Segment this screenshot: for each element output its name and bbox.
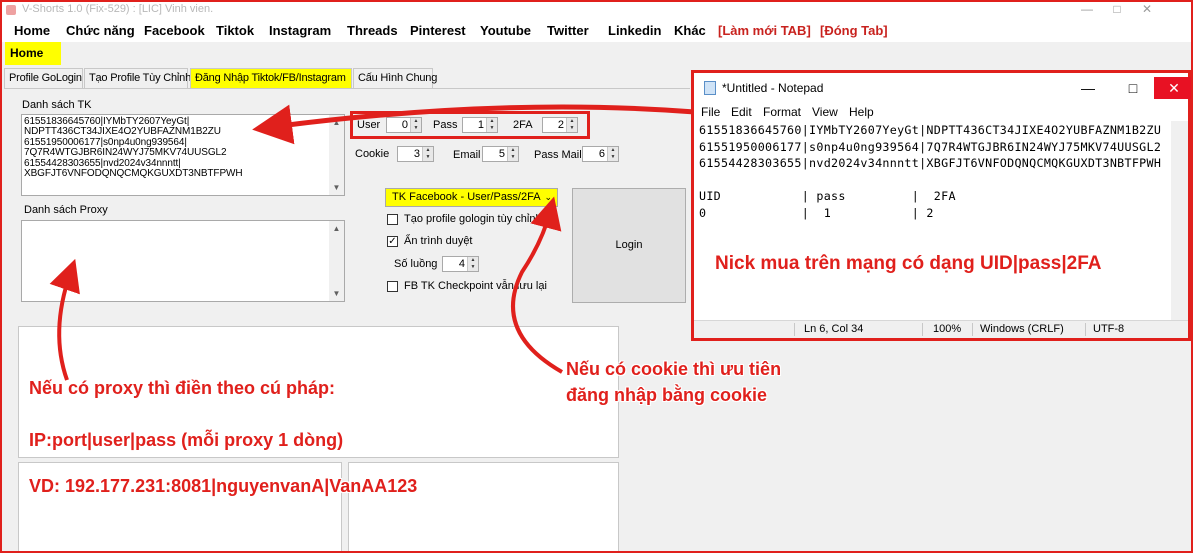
arrow-to-proxy-list <box>49 258 80 381</box>
notepad-menu-help[interactable]: Help <box>849 105 874 119</box>
notepad-menu: File Edit Format View Help <box>694 103 1188 121</box>
status-eol: Windows (CRLF) <box>980 323 1064 335</box>
notepad-maximize-button[interactable]: □ <box>1113 77 1153 99</box>
notepad-text-area[interactable]: 61551836645760|IYMbTY2607YeyGt|NDPTT436C… <box>699 122 1161 221</box>
status-divider <box>794 323 795 336</box>
notepad-minimize-button[interactable]: — <box>1068 77 1108 99</box>
arrow-to-account-list <box>252 104 696 145</box>
notepad-menu-format[interactable]: Format <box>763 105 801 119</box>
status-divider <box>1085 323 1086 336</box>
notepad-icon <box>704 81 716 95</box>
status-divider <box>922 323 923 336</box>
cookie-note-line1: Nếu có cookie thì ưu tiên <box>566 359 782 379</box>
notepad-scrollbar[interactable] <box>1171 121 1188 326</box>
nick-format-note: Nick mua trên mạng có dạng UID|pass|2FA <box>715 253 1102 274</box>
status-position: Ln 6, Col 34 <box>804 323 864 335</box>
notepad-title: *Untitled - Notepad <box>722 81 824 95</box>
notepad-title-bar: *Untitled - Notepad — □ ✕ <box>694 73 1191 103</box>
app-window: V-Shorts 1.0 (Fix-529) : [LIC] Vinh vien… <box>0 0 1193 553</box>
notepad-close-button[interactable]: ✕ <box>1154 77 1191 99</box>
status-divider <box>972 323 973 336</box>
proxy-note-line3: VD: 192.177.231:8081|nguyenvanA|VanAA123 <box>29 476 418 496</box>
notepad-window: *Untitled - Notepad — □ ✕ File Edit Form… <box>691 70 1191 341</box>
status-zoom: 100% <box>933 323 962 335</box>
notepad-menu-edit[interactable]: Edit <box>731 105 752 119</box>
proxy-note-line1: Nếu có proxy thì điền theo cú pháp: <box>29 378 336 398</box>
cookie-note-line2: đăng nhập bằng cookie <box>566 385 768 405</box>
proxy-note-line2: IP:port|user|pass (mỗi proxy 1 dòng) <box>29 430 344 450</box>
arrow-to-cookie <box>511 196 563 374</box>
notepad-status-bar: Ln 6, Col 34 100% Windows (CRLF) UTF-8 <box>694 320 1188 338</box>
notepad-menu-file[interactable]: File <box>701 105 720 119</box>
notepad-menu-view[interactable]: View <box>812 105 838 119</box>
status-encoding: UTF-8 <box>1093 323 1125 335</box>
